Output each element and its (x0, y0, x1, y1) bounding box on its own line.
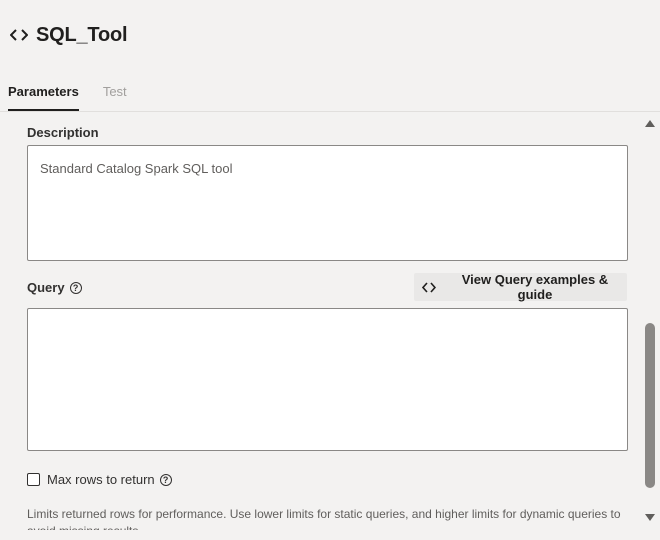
scroll-down-arrow-icon[interactable] (645, 514, 655, 521)
max-rows-checkbox[interactable] (27, 473, 40, 486)
parameters-panel: Description Standard Catalog Spark SQL t… (0, 113, 640, 530)
code-icon (10, 29, 28, 41)
title-row: SQL_Tool (10, 22, 128, 48)
query-field[interactable] (27, 308, 628, 451)
tool-header: SQL_Tool Parameters Test (0, 0, 660, 112)
description-field[interactable]: Standard Catalog Spark SQL tool (27, 145, 628, 261)
code-icon (422, 281, 436, 293)
max-rows-label: Max rows to return (47, 472, 155, 487)
page-title: SQL_Tool (36, 23, 128, 46)
description-label-text: Description (27, 125, 99, 140)
help-circle-icon[interactable]: ? (159, 473, 172, 486)
tab-bar: Parameters Test (8, 82, 151, 112)
vertical-scrollbar[interactable] (642, 113, 658, 530)
query-label-text: Query (27, 280, 65, 295)
tab-test[interactable]: Test (103, 82, 127, 111)
query-label: Query ? (27, 280, 82, 295)
view-query-guide-label: View Query examples & guide (461, 272, 609, 302)
help-circle-icon[interactable]: ? (69, 281, 82, 294)
tab-parameters[interactable]: Parameters (8, 82, 79, 111)
description-label: Description (27, 125, 99, 140)
max-rows-note: Limits returned rows for performance. Us… (27, 507, 621, 530)
max-rows-row: Max rows to return ? (27, 472, 172, 487)
scroll-thumb[interactable] (645, 323, 655, 488)
scroll-up-arrow-icon[interactable] (645, 120, 655, 127)
view-query-guide-button[interactable]: View Query examples & guide (414, 272, 627, 302)
